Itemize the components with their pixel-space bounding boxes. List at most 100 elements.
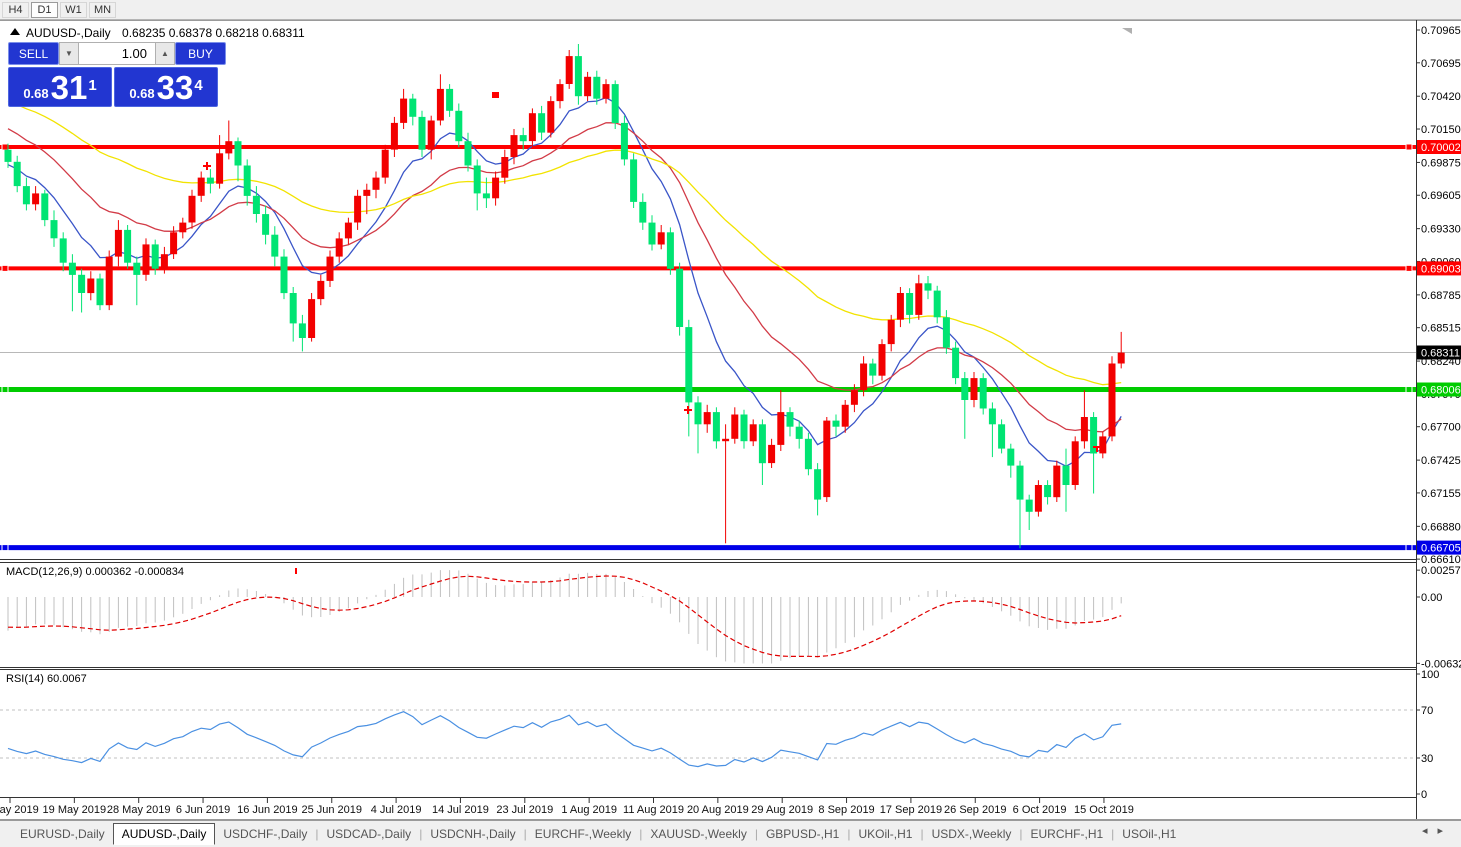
candle <box>547 101 554 133</box>
chart-symbol-period: AUDUSD-,Daily <box>26 26 111 40</box>
rsi-indicator-label: RSI(14) 60.0067 <box>6 673 87 685</box>
volume-decrease-button[interactable]: ▼ <box>59 42 79 65</box>
candle <box>1118 353 1125 364</box>
candle <box>897 293 904 320</box>
svg-text:20 Aug 2019: 20 Aug 2019 <box>687 804 749 816</box>
sell-price-prefix: 0.68 <box>23 85 48 103</box>
candle <box>805 439 812 469</box>
candle <box>511 135 518 157</box>
tab-eurchf-weekly[interactable]: EURCHF-,Weekly <box>527 824 639 844</box>
candle <box>989 409 996 425</box>
candle <box>51 220 58 238</box>
candle <box>483 193 490 198</box>
candle <box>1035 485 1042 512</box>
timeframe-button-d1[interactable]: D1 <box>31 2 58 18</box>
tab-xauusd-weekly[interactable]: XAUUSD-,Weekly <box>642 824 754 844</box>
volume-input[interactable]: 1.00 <box>79 42 155 65</box>
buy-button[interactable]: BUY <box>175 42 226 65</box>
candle <box>695 402 702 424</box>
tab-usdcnh-daily[interactable]: USDCNH-,Daily <box>422 824 523 844</box>
candle <box>363 190 370 196</box>
candle <box>796 427 803 439</box>
candle <box>814 469 821 499</box>
tab-eurusd-daily[interactable]: EURUSD-,Daily <box>12 824 113 844</box>
svg-text:0.70002: 0.70002 <box>1421 142 1461 154</box>
candle <box>759 424 766 463</box>
tab-audusd-daily[interactable]: AUDUSD-,Daily <box>113 823 216 845</box>
svg-text:0.67700: 0.67700 <box>1421 422 1461 434</box>
tab-usdcad-daily[interactable]: USDCAD-,Daily <box>319 824 420 844</box>
candle <box>235 141 242 165</box>
candle <box>1044 485 1051 497</box>
candle <box>1081 417 1088 441</box>
candle <box>915 283 922 315</box>
svg-text:0.66705: 0.66705 <box>1421 543 1461 555</box>
candle <box>1109 364 1116 437</box>
tab-usdchf-daily[interactable]: USDCHF-,Daily <box>215 824 315 844</box>
buy-price-prefix: 0.68 <box>129 85 154 103</box>
candle <box>299 323 306 338</box>
candle <box>419 117 426 150</box>
candle <box>492 178 499 199</box>
price-chart-canvas[interactable]: 0.709650.706950.704200.701500.698750.696… <box>0 20 1461 820</box>
timeframe-button-w1[interactable]: W1 <box>60 2 87 18</box>
candle <box>538 113 545 132</box>
volume-increase-button[interactable]: ▲ <box>155 42 175 65</box>
candle <box>961 378 968 400</box>
buy-price-digits: 33 <box>157 73 194 103</box>
candle <box>1063 466 1070 485</box>
tab-eurchf-h1[interactable]: EURCHF-,H1 <box>1023 824 1112 844</box>
candle <box>465 141 472 165</box>
svg-text:19 May 2019: 19 May 2019 <box>43 804 107 816</box>
timeframe-toolbar: H4D1W1MN <box>0 0 1461 20</box>
tab-usdx-weekly[interactable]: USDX-,Weekly <box>924 824 1020 844</box>
svg-text:4 Jul 2019: 4 Jul 2019 <box>371 804 422 816</box>
candle <box>612 84 619 123</box>
candle <box>143 244 150 274</box>
candle <box>566 56 573 84</box>
sell-price-display[interactable]: 0.68 31 1 <box>8 67 112 107</box>
candle <box>290 293 297 323</box>
svg-text:30: 30 <box>1421 753 1433 765</box>
candle <box>198 178 205 196</box>
tab-gbpusd-h1[interactable]: GBPUSD-,H1 <box>758 824 847 844</box>
timeframe-button-mn[interactable]: MN <box>89 2 116 18</box>
candle <box>584 77 591 96</box>
svg-text:0.69605: 0.69605 <box>1421 190 1461 202</box>
candle <box>842 405 849 427</box>
chart-title: AUDUSD-,Daily 0.68235 0.68378 0.68218 0.… <box>26 26 305 40</box>
timeframe-button-h4[interactable]: H4 <box>2 2 29 18</box>
candle <box>557 84 564 101</box>
candle <box>593 77 600 99</box>
candle <box>722 439 729 441</box>
candle <box>741 415 748 442</box>
svg-text:100: 100 <box>1421 669 1439 681</box>
candle <box>1007 449 1014 466</box>
candle <box>152 244 159 268</box>
tab-scroll-arrows[interactable]: ◂▸ <box>1422 824 1453 837</box>
svg-text:0.002574: 0.002574 <box>1421 565 1461 577</box>
tab-ukoil-h1[interactable]: UKOil-,H1 <box>850 824 920 844</box>
candle <box>787 412 794 427</box>
chart-area[interactable]: 0.709650.706950.704200.701500.698750.696… <box>0 20 1461 820</box>
tab-usoil-h1[interactable]: USOil-,H1 <box>1114 824 1184 844</box>
candle <box>189 196 196 223</box>
candle <box>124 230 131 263</box>
svg-text:0.67425: 0.67425 <box>1421 455 1461 467</box>
svg-text:0.70695: 0.70695 <box>1421 58 1461 70</box>
candle <box>106 257 113 306</box>
svg-text:0.69330: 0.69330 <box>1421 224 1461 236</box>
candle <box>41 193 48 220</box>
sell-button[interactable]: SELL <box>8 42 59 65</box>
svg-text:0.68311: 0.68311 <box>1421 348 1460 360</box>
buy-price-display[interactable]: 0.68 33 4 <box>114 67 218 107</box>
trade-panel-toggle-icon[interactable] <box>10 28 20 35</box>
candle <box>501 157 508 178</box>
candle <box>317 281 324 299</box>
candle <box>308 299 315 338</box>
candle <box>170 232 177 254</box>
svg-text:29 Aug 2019: 29 Aug 2019 <box>751 804 813 816</box>
candle <box>455 111 462 141</box>
candle <box>207 178 214 184</box>
candle <box>943 317 950 347</box>
